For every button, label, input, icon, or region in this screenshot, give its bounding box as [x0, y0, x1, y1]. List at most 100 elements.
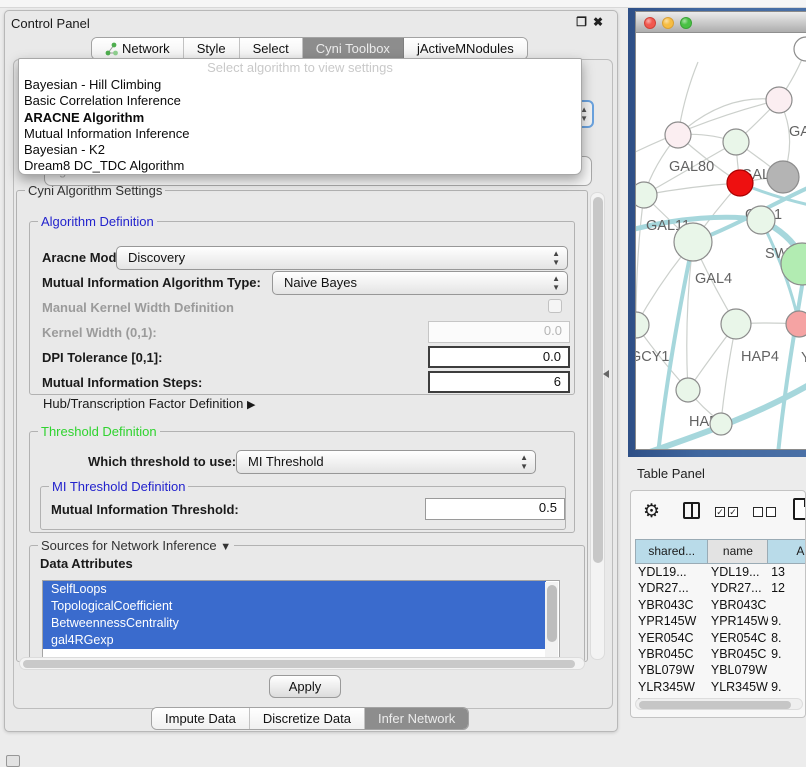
attribute-list-item[interactable]: SelfLoops — [43, 581, 546, 598]
network-edge[interactable] — [644, 183, 740, 195]
table-cell: YBR043C — [635, 597, 708, 613]
document-icon[interactable] — [793, 498, 806, 520]
dropdown-item[interactable]: ARACNE Algorithm — [19, 110, 581, 126]
sources-legend[interactable]: Sources for Network Inference ▼ — [38, 538, 234, 553]
network-edge[interactable] — [636, 100, 779, 154]
mi-threshold-definition-legend: MI Threshold Definition — [49, 479, 188, 494]
network-node-gal[interactable] — [766, 87, 792, 113]
network-window-titlebar[interactable] — [636, 12, 806, 33]
tab-discretize-data[interactable]: Discretize Data — [250, 708, 365, 729]
table-row[interactable]: YLR345WYLR345W9. — [635, 679, 806, 695]
aracne-mode-value: Discovery — [128, 250, 185, 265]
bottom-tabbar: Impute DataDiscretize DataInfer Network — [151, 707, 469, 730]
collapse-down-icon: ▼ — [220, 541, 231, 553]
which-threshold-value: MI Threshold — [248, 454, 324, 469]
table-row[interactable]: YBR043CYBR043C — [635, 597, 806, 613]
zoom-traffic-light-icon[interactable] — [680, 17, 692, 29]
table-cell: 9. — [768, 646, 806, 662]
attributes-scrollbar-thumb[interactable] — [547, 585, 557, 642]
tab-select[interactable]: Select — [240, 38, 303, 59]
dropdown-item[interactable]: Basic Correlation Inference — [19, 93, 581, 109]
node-label: GAL80 — [669, 159, 714, 175]
table-row[interactable]: YDR27...YDR27...12 — [635, 580, 806, 596]
dpi-tolerance-label: DPI Tolerance [0,1]: — [42, 350, 162, 365]
apply-button[interactable]: Apply — [269, 675, 341, 698]
network-node[interactable] — [767, 161, 799, 193]
network-node-gal11[interactable] — [636, 182, 657, 208]
network-node-gal10[interactable] — [723, 129, 749, 155]
minimize-icon[interactable]: ❐ — [576, 15, 593, 29]
mi-type-combobox[interactable]: Naive Bayes ▲▼ — [272, 271, 568, 295]
table-cell — [768, 662, 806, 678]
table-row[interactable]: YDL19...YDL19...13 — [635, 564, 806, 580]
table-hscrollbar[interactable] — [635, 698, 803, 710]
attribute-list-item[interactable]: gal4RGexp — [43, 632, 546, 649]
dropdown-item[interactable]: Bayesian - Hill Climbing — [19, 77, 581, 93]
settings-hscrollbar[interactable] — [19, 657, 585, 670]
kernel-width-label: Kernel Width (0,1): — [42, 325, 157, 340]
control-panel-window: Control Panel ❐✖ NetworkStyleSelectCyni … — [4, 10, 618, 732]
network-node[interactable] — [710, 413, 732, 435]
gear-icon[interactable]: ⚙ — [643, 500, 660, 523]
network-node-gal4[interactable] — [674, 223, 712, 261]
control-panel-tabbar: NetworkStyleSelectCyni ToolboxjActiveMNo… — [91, 37, 528, 60]
network-node-gal80[interactable] — [665, 122, 691, 148]
table-row[interactable]: YER054CYER054C8. — [635, 630, 806, 646]
network-node-gal1[interactable] — [727, 170, 753, 196]
column-header[interactable]: name — [707, 539, 767, 564]
table-row[interactable]: YPR145WYPR145W9. — [635, 613, 806, 629]
network-node[interactable] — [794, 37, 806, 61]
tab-network[interactable]: Network — [92, 38, 184, 59]
network-edge[interactable] — [636, 195, 644, 325]
table-row[interactable]: YBR045CYBR045C9. — [635, 646, 806, 662]
data-attributes-listbox[interactable]: SelfLoopsTopologicalCoefficientBetweenne… — [42, 580, 560, 658]
which-threshold-combobox[interactable]: MI Threshold ▲▼ — [236, 450, 536, 474]
settings-hscrollbar-thumb[interactable] — [23, 660, 575, 668]
network-node-swi4[interactable] — [747, 206, 775, 234]
table-cell: 12 — [768, 580, 806, 596]
column-split-icon[interactable] — [683, 502, 700, 519]
network-node-hap4[interactable] — [721, 309, 751, 339]
table-cell: 8. — [768, 630, 806, 646]
column-header[interactable]: shared... — [635, 539, 707, 564]
close-icon[interactable]: ✖ — [593, 15, 609, 29]
dropdown-item[interactable]: Dream8 DC_TDC Algorithm — [19, 158, 581, 174]
network-canvas[interactable]: GALGAL80GAL10GAL1GAL11SWI4GAL4GCY1HAP4YH… — [636, 34, 806, 450]
tab-jactivemnodules[interactable]: jActiveMNodules — [404, 38, 527, 59]
mi-threshold-input[interactable]: 0.5 — [425, 498, 565, 520]
attributes-scrollbar[interactable] — [545, 582, 558, 658]
settings-vscrollbar-thumb[interactable] — [593, 197, 603, 563]
table-cell: YBR043C — [708, 597, 768, 613]
close-traffic-light-icon[interactable] — [644, 17, 656, 29]
aracne-mode-combobox[interactable]: Discovery ▲▼ — [116, 246, 568, 270]
manual-kernel-checkbox[interactable] — [548, 299, 562, 313]
network-node-gcy1[interactable] — [636, 312, 649, 338]
mi-steps-input[interactable]: 6 — [428, 371, 570, 393]
table-cell: YER054C — [708, 630, 768, 646]
hub-definition-expander[interactable]: Hub/Transcription Factor Definition ▶ — [43, 396, 255, 411]
table-hscrollbar-thumb[interactable] — [639, 701, 791, 709]
tab-style[interactable]: Style — [184, 38, 240, 59]
table-cell: YBL079W — [635, 662, 708, 678]
unchecked-checkboxes-icon[interactable] — [753, 507, 776, 517]
dpi-tolerance-input[interactable]: 0.0 — [428, 346, 570, 368]
tab-impute-data[interactable]: Impute Data — [152, 708, 250, 729]
dropdown-item[interactable]: Mutual Information Inference — [19, 126, 581, 142]
attribute-list-item[interactable]: BetweennessCentrality — [43, 615, 546, 632]
network-edge-highlighted[interactable] — [658, 242, 693, 450]
column-header[interactable]: A — [767, 539, 806, 564]
attribute-list-item[interactable]: TopologicalCoefficient — [43, 598, 546, 615]
network-view-window[interactable]: GALGAL80GAL10GAL1GAL11SWI4GAL4GCY1HAP4YH… — [635, 11, 806, 450]
kernel-width-input[interactable]: 0.0 — [428, 321, 570, 343]
checked-checkboxes-icon[interactable]: ✓✓ — [715, 507, 738, 517]
settings-vscrollbar[interactable] — [590, 192, 605, 660]
minimize-traffic-light-icon[interactable] — [662, 17, 674, 29]
dropdown-item[interactable]: Bayesian - K2 — [19, 142, 581, 158]
network-node-y[interactable] — [786, 311, 806, 337]
table-row[interactable]: YBL079WYBL079W — [635, 662, 806, 678]
tab-cyni-toolbox[interactable]: Cyni Toolbox — [303, 38, 404, 59]
tab-infer-network[interactable]: Infer Network — [365, 708, 468, 729]
table-cell: YDR27... — [635, 580, 708, 596]
network-node-hap2[interactable] — [676, 378, 700, 402]
table-cell: 13 — [768, 564, 806, 580]
